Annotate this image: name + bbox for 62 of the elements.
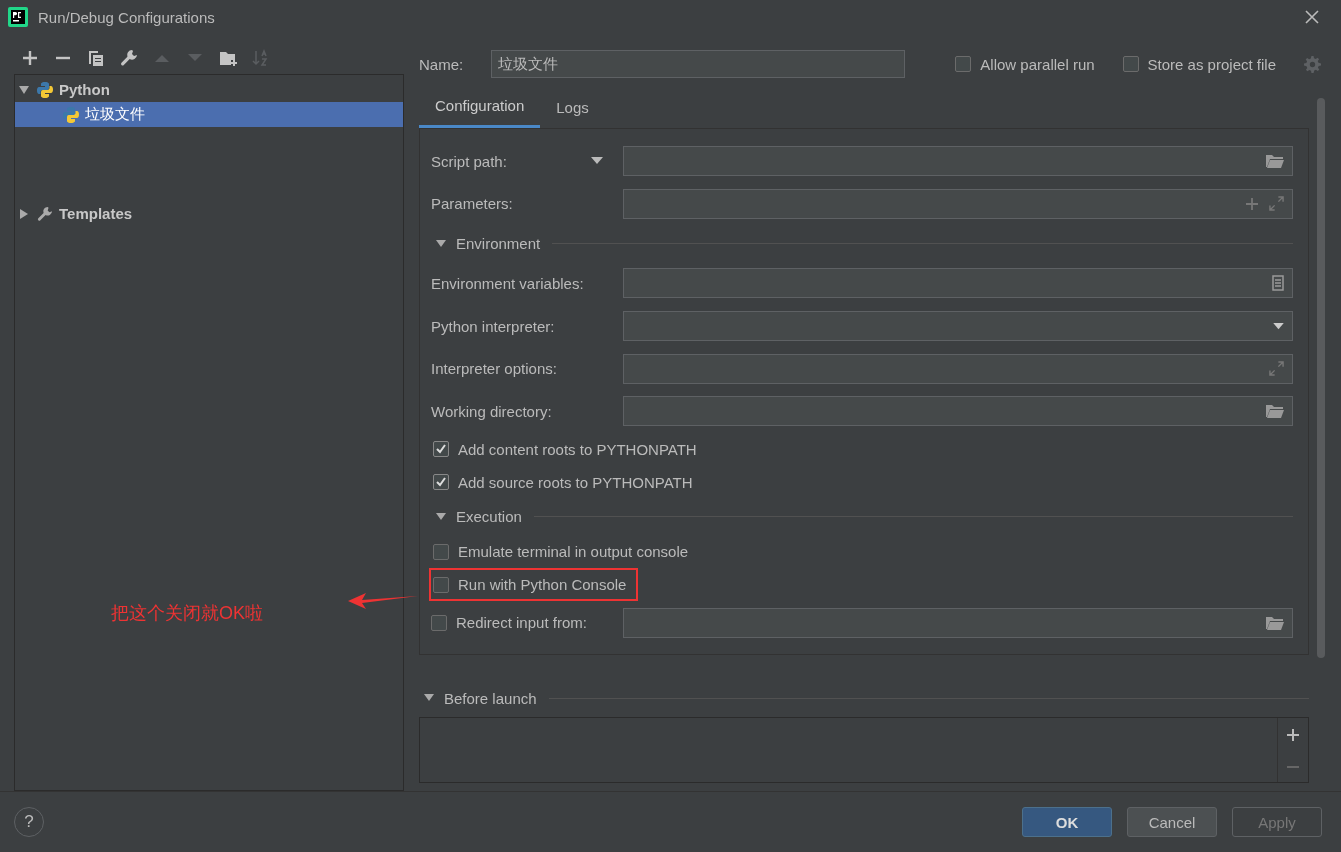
check-icon (435, 476, 447, 489)
input-field[interactable] (623, 188, 1293, 219)
checkbox[interactable]: Redirect input from: (431, 614, 623, 632)
section-title: Before launch (444, 689, 537, 707)
check-icon (435, 443, 447, 456)
scrollbar-thumb[interactable] (1317, 98, 1325, 658)
input-field[interactable] (623, 146, 1293, 177)
tab[interactable]: Logs (540, 86, 605, 128)
tab[interactable]: Configuration (419, 86, 541, 128)
field-label: Working directory: (431, 402, 552, 420)
help-button[interactable]: ? (14, 807, 44, 837)
annotation-text: 把这个关闭就OK啦 (111, 602, 263, 625)
expand-icon[interactable] (1269, 361, 1284, 377)
checkbox[interactable]: Emulate terminal in output console (429, 535, 701, 569)
add-icon[interactable] (21, 49, 39, 67)
checkbox[interactable]: Add source roots to PYTHONPATH (429, 465, 705, 499)
tree-item[interactable]: Templates (59, 205, 133, 222)
dialog-button[interactable]: Cancel (1127, 807, 1217, 837)
new-folder-icon[interactable] (219, 49, 237, 67)
wrench-icon[interactable] (120, 49, 138, 67)
app-logo-icon (8, 7, 28, 27)
checkbox[interactable]: Add content roots to PYTHONPATH (429, 432, 709, 466)
window-title: Run/Debug Configurations (38, 8, 215, 26)
name-field[interactable]: 垃圾文件 (491, 50, 905, 78)
input-field[interactable] (623, 607, 1293, 638)
field-label: Python interpreter: (431, 317, 555, 335)
section-title: Environment (456, 235, 541, 253)
collapse-arrow-icon[interactable] (424, 694, 434, 702)
expand-icon[interactable] (1269, 196, 1284, 212)
folder-icon[interactable] (1266, 404, 1284, 419)
checkbox[interactable]: Run with Python Console (429, 568, 639, 602)
tree-item[interactable]: Python (59, 81, 110, 98)
section-title: Execution (456, 508, 522, 526)
field-label: Script path: (431, 152, 507, 170)
copy-icon[interactable] (87, 49, 105, 67)
document-icon[interactable] (1272, 275, 1284, 292)
dialog-button[interactable]: OK (1022, 807, 1112, 837)
field-label: Environment variables: (431, 274, 584, 292)
collapse-arrow-icon[interactable] (436, 512, 446, 521)
wrench-icon (37, 205, 53, 222)
python-icon (37, 81, 53, 98)
option-checkbox[interactable]: Store as project file (1122, 55, 1276, 73)
caret-icon[interactable] (1273, 322, 1284, 330)
expand-arrow-icon[interactable] (19, 84, 29, 95)
tree-item[interactable]: 垃圾文件 (85, 105, 145, 124)
expand-arrow-icon[interactable] (19, 208, 29, 219)
input-field[interactable] (623, 353, 1293, 384)
close-icon[interactable] (1305, 10, 1319, 24)
folder-icon[interactable] (1266, 615, 1284, 630)
add-icon[interactable] (1286, 728, 1300, 742)
input-field[interactable] (623, 311, 1293, 341)
input-field[interactable] (623, 268, 1293, 299)
python-icon (63, 106, 79, 123)
dropdown-arrow-icon[interactable] (591, 157, 603, 166)
settings-icon[interactable] (1304, 55, 1321, 73)
field-label: Interpreter options: (431, 360, 557, 378)
option-checkbox[interactable]: Allow parallel run (955, 55, 1095, 73)
folder-icon[interactable] (1266, 154, 1284, 169)
name-label: Name: (419, 55, 465, 73)
field-label: Parameters: (431, 195, 513, 213)
collapse-arrow-icon[interactable] (436, 239, 446, 248)
input-field[interactable] (623, 396, 1293, 427)
